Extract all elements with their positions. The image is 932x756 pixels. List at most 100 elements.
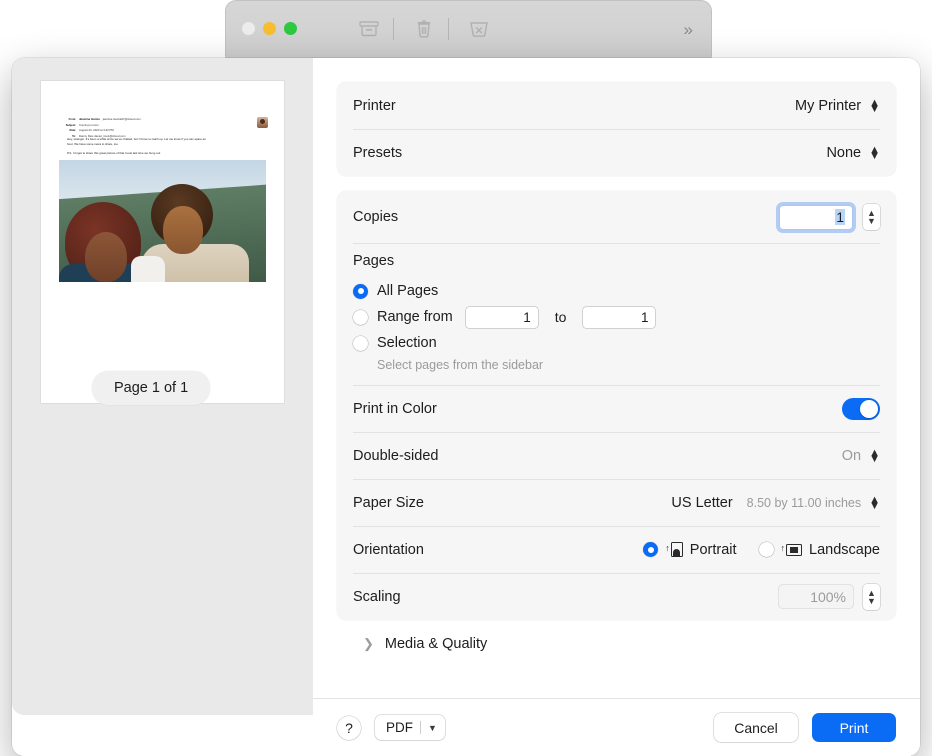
paper-size-row[interactable]: Paper Size US Letter 8.50 by 11.00 inche… — [337, 479, 896, 526]
print-settings-pane: Printer My Printer ▲▼ Presets None ▲▼ — [313, 58, 920, 756]
pages-label: Pages — [353, 253, 880, 269]
radio-selection[interactable] — [353, 336, 368, 351]
range-to-input[interactable]: 1 — [583, 307, 655, 328]
chevron-right-icon[interactable]: ❯ — [363, 636, 374, 652]
radio-all-pages[interactable] — [353, 284, 368, 299]
radio-range[interactable] — [353, 310, 368, 325]
toolbar-separator-2 — [448, 18, 449, 40]
email-subject-row: Subject: Coming to town — [59, 123, 270, 127]
presets-row[interactable]: Presets None ▲▼ — [337, 129, 896, 176]
pages-option-all[interactable]: All Pages — [353, 278, 880, 304]
scaling-stepper[interactable]: ▲ ▼ — [863, 584, 880, 610]
page-indicator: Page 1 of 1 — [92, 371, 210, 405]
all-pages-label: All Pages — [377, 283, 438, 299]
cancel-button[interactable]: Cancel — [714, 713, 798, 742]
copies-label: Copies — [353, 209, 398, 225]
copies-value: 1 — [835, 209, 845, 225]
archive-icon[interactable] — [356, 17, 382, 41]
email-from-name: Jasmine Garcia — [79, 117, 100, 121]
copies-stepper[interactable]: ▲ ▼ — [863, 204, 880, 230]
printer-value: My Printer — [795, 98, 861, 114]
settings-scroll-area: Printer My Printer ▲▼ Presets None ▲▼ — [313, 58, 920, 698]
double-sided-row[interactable]: Double-sided On ▲▼ — [337, 432, 896, 479]
pdf-label: PDF — [386, 720, 413, 735]
range-to-label: to — [555, 309, 567, 325]
scaling-input[interactable]: 100% — [779, 585, 853, 608]
orientation-landscape-option[interactable]: ↑ Landscape — [759, 542, 880, 558]
copies-row: Copies 1 ▲ ▼ — [337, 191, 896, 243]
print-in-color-row: Print in Color — [337, 385, 896, 432]
printer-presets-card: Printer My Printer ▲▼ Presets None ▲▼ — [337, 82, 896, 176]
printer-label: Printer — [353, 98, 396, 114]
media-quality-disclosure[interactable]: ❯ Media & Quality — [337, 620, 896, 667]
photo-person-right-face — [163, 206, 203, 254]
range-from-input[interactable]: 1 — [466, 307, 538, 328]
email-subject-label: Subject: — [59, 124, 76, 127]
radio-portrait[interactable] — [643, 542, 658, 557]
screen: » From: Jasmine Garcia jasmine.Garcia97@… — [0, 0, 932, 756]
pdf-popup-button[interactable]: PDF ▼ — [375, 715, 445, 740]
chevron-down-icon[interactable]: ▼ — [428, 723, 437, 733]
print-in-color-toggle[interactable] — [842, 398, 880, 420]
orientation-label: Orientation — [353, 542, 424, 558]
pdf-divider — [420, 721, 421, 734]
email-body: Hey, stranger. It's been a while since w… — [67, 137, 270, 155]
print-dialog: From: Jasmine Garcia jasmine.Garcia97@ic… — [12, 58, 920, 756]
junk-icon[interactable] — [466, 17, 492, 41]
selection-label: Selection — [377, 335, 437, 351]
double-sided-popup[interactable]: On ▲▼ — [842, 448, 880, 464]
chevron-updown-icon: ▲▼ — [869, 497, 880, 509]
paper-size-popup[interactable]: US Letter 8.50 by 11.00 inches ▲▼ — [671, 495, 880, 511]
landscape-icon: ↑ — [781, 544, 803, 556]
zoom-button[interactable] — [284, 22, 297, 35]
email-subject-value: Coming to town — [79, 123, 98, 127]
copies-input[interactable]: 1 — [779, 205, 853, 230]
presets-popup[interactable]: None ▲▼ — [826, 145, 880, 161]
email-photo — [59, 160, 266, 282]
email-date-value: August 24, 2023 at 4:22 PM — [79, 128, 114, 132]
background-window-titlebar: » — [225, 0, 712, 56]
copies-controls: 1 ▲ ▼ — [779, 204, 880, 230]
preview-page[interactable]: From: Jasmine Garcia jasmine.Garcia97@ic… — [41, 81, 284, 403]
chevron-updown-icon: ▲▼ — [869, 147, 880, 159]
paper-size-value: US Letter — [671, 495, 732, 511]
chevron-updown-icon: ▲▼ — [869, 450, 880, 462]
email-body-line-2: hour. We have some news to share, too. — [67, 142, 270, 147]
radio-landscape[interactable] — [759, 542, 774, 557]
photo-person-left-face — [85, 232, 127, 282]
email-from-label: From: — [59, 118, 76, 121]
media-quality-label: Media & Quality — [385, 636, 487, 652]
help-button[interactable]: ? — [337, 716, 361, 740]
scaling-controls: 100% ▲ ▼ — [779, 584, 880, 610]
email-from-row: From: Jasmine Garcia jasmine.Garcia97@ic… — [59, 117, 270, 121]
email-from-address: jasmine.Garcia97@icloud.com — [103, 117, 141, 121]
email-date-label: Date: — [59, 129, 76, 132]
printer-popup[interactable]: My Printer ▲▼ — [795, 98, 880, 114]
scaling-row: Scaling 100% ▲ ▼ — [337, 573, 896, 620]
orientation-group: ↑ Portrait ↑ L — [643, 542, 880, 558]
pages-option-range[interactable]: Range from 1 to 1 — [353, 304, 880, 330]
close-button[interactable] — [242, 22, 255, 35]
double-sided-value: On — [842, 448, 861, 464]
stepper-down-icon[interactable]: ▼ — [867, 217, 876, 225]
photo-white-shirt — [131, 256, 165, 282]
avatar — [257, 117, 268, 128]
paper-size-detail: 8.50 by 11.00 inches — [747, 496, 861, 510]
stepper-down-icon[interactable]: ▼ — [867, 597, 876, 605]
printer-row[interactable]: Printer My Printer ▲▼ — [337, 82, 896, 129]
print-preview-pane: From: Jasmine Garcia jasmine.Garcia97@ic… — [12, 58, 313, 715]
print-button[interactable]: Print — [812, 713, 896, 742]
selection-hint: Select pages from the sidebar — [377, 358, 880, 372]
minimize-button[interactable] — [263, 22, 276, 35]
pages-option-selection[interactable]: Selection — [353, 330, 880, 356]
toolbar-overflow-chevron[interactable]: » — [684, 21, 693, 38]
scaling-label: Scaling — [353, 589, 401, 605]
pages-block: Pages All Pages Range from 1 to 1 — [337, 243, 896, 385]
portrait-label: Portrait — [690, 542, 737, 558]
range-label: Range from — [377, 309, 453, 325]
orientation-portrait-option[interactable]: ↑ Portrait — [643, 542, 736, 558]
email-body-ps: P.S. I forgot to share this great pictur… — [67, 151, 270, 155]
trash-icon[interactable] — [411, 17, 437, 41]
presets-value: None — [826, 145, 861, 161]
traffic-lights — [242, 22, 297, 35]
